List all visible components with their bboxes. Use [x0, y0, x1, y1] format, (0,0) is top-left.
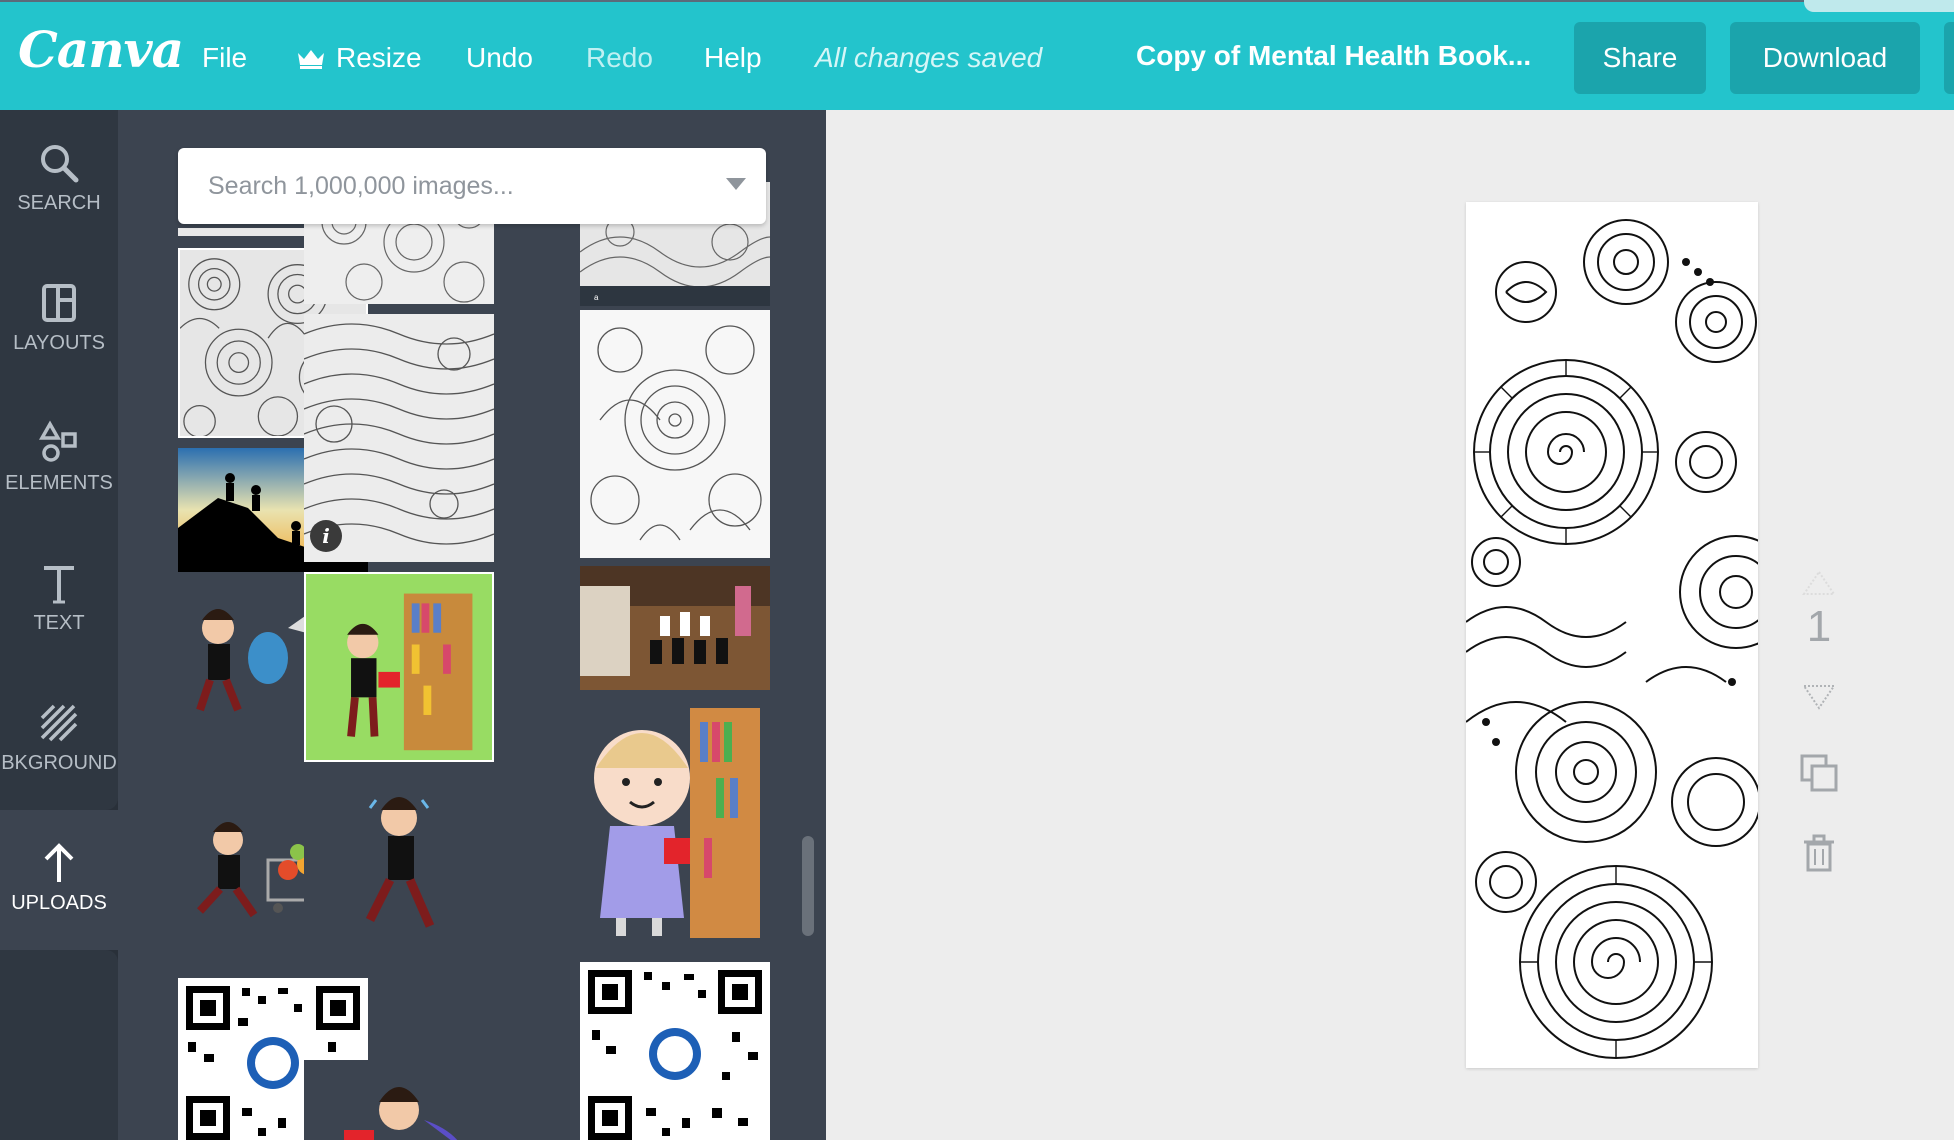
page-number: 1 [1806, 602, 1832, 651]
uploaded-image-bitmoji-reading[interactable] [304, 1060, 494, 1140]
top-bar: Canva File Resize Undo Redo Help All cha… [0, 0, 1954, 110]
tool-background-label: BKGROUND [1, 752, 117, 774]
uploaded-image-floral-coloring[interactable] [580, 310, 770, 558]
file-menu[interactable]: File [202, 42, 247, 74]
floral-coloring-page [580, 310, 770, 558]
tool-uploads[interactable]: UPLOADS [0, 840, 118, 915]
upload-icon [44, 843, 74, 882]
undo-button[interactable]: Undo [466, 42, 533, 74]
move-page-down-icon[interactable] [1796, 672, 1842, 718]
elements-icon [38, 420, 77, 462]
chevron-down-icon[interactable] [726, 178, 746, 190]
resize-label: Resize [336, 42, 422, 73]
toolbar-lower-bg [0, 950, 118, 1140]
uploaded-image-cartoon-girl-bookshelf[interactable] [580, 698, 770, 950]
uploaded-image-bitmoji-library-green[interactable] [304, 572, 494, 762]
document-title[interactable]: Copy of Mental Health Book... [1136, 40, 1531, 72]
resize-button[interactable]: Resize [296, 42, 422, 74]
duplicate-page-icon[interactable] [1796, 750, 1842, 796]
layouts-icon [42, 284, 76, 322]
search-placeholder: Search 1,000,000 images... [208, 171, 514, 200]
tool-layouts[interactable]: LAYOUTS [0, 280, 118, 355]
panel-scrollbar[interactable] [802, 836, 814, 936]
tool-search[interactable]: SEARCH [0, 140, 118, 215]
tool-layouts-label: LAYOUTS [13, 332, 105, 354]
info-icon[interactable]: i [310, 520, 342, 552]
uploads-panel: Search 1,000,000 images... i a [118, 110, 826, 1140]
bitmoji-running-worried [365, 797, 435, 928]
tool-elements-label: ELEMENTS [5, 472, 113, 494]
tool-text-label: TEXT [33, 612, 85, 634]
giant-chess-photo [580, 566, 770, 690]
bitmoji-library-bookshelf [306, 574, 492, 760]
design-page-bookmark[interactable] [1466, 202, 1758, 1068]
crown-icon [298, 50, 324, 69]
uploaded-image-qr-code-2[interactable] [580, 962, 770, 1140]
background-icon [40, 704, 78, 742]
svg-text:a: a [594, 293, 599, 302]
qr-code [580, 962, 770, 1140]
download-button[interactable]: Download [1730, 22, 1920, 94]
search-icon [41, 145, 79, 183]
bitmoji-reading-book [344, 1087, 458, 1140]
delete-page-icon[interactable] [1796, 830, 1842, 876]
tool-elements[interactable]: ELEMENTS [0, 420, 118, 495]
share-button[interactable]: Share [1574, 22, 1706, 94]
mandala-bookmark-artwork [1466, 202, 1758, 1068]
tool-search-label: SEARCH [17, 192, 101, 214]
left-toolbar: SEARCH LAYOUTS ELEMENTS TEXT BKGROUND UP… [0, 110, 118, 1140]
tool-text[interactable]: TEXT [0, 560, 118, 635]
help-menu[interactable]: Help [704, 42, 762, 74]
tool-uploads-label: UPLOADS [11, 892, 107, 914]
publish-button-edge[interactable] [1944, 22, 1954, 94]
redo-button[interactable]: Redo [586, 42, 653, 74]
top-accent [1804, 0, 1954, 12]
uploaded-image-giant-chess[interactable] [580, 566, 770, 690]
canva-logo[interactable]: Canva [18, 20, 184, 79]
text-icon [44, 566, 74, 604]
cartoon-girl-bookshelf [594, 708, 760, 938]
uploaded-image-wavy-doodle[interactable]: i [304, 314, 494, 562]
save-status: All changes saved [815, 42, 1043, 73]
uploaded-image-bitmoji-running[interactable] [304, 778, 494, 958]
image-search-input[interactable]: Search 1,000,000 images... [178, 148, 766, 224]
design-canvas-area [826, 110, 1954, 1140]
tool-background[interactable]: BKGROUND [0, 700, 118, 775]
